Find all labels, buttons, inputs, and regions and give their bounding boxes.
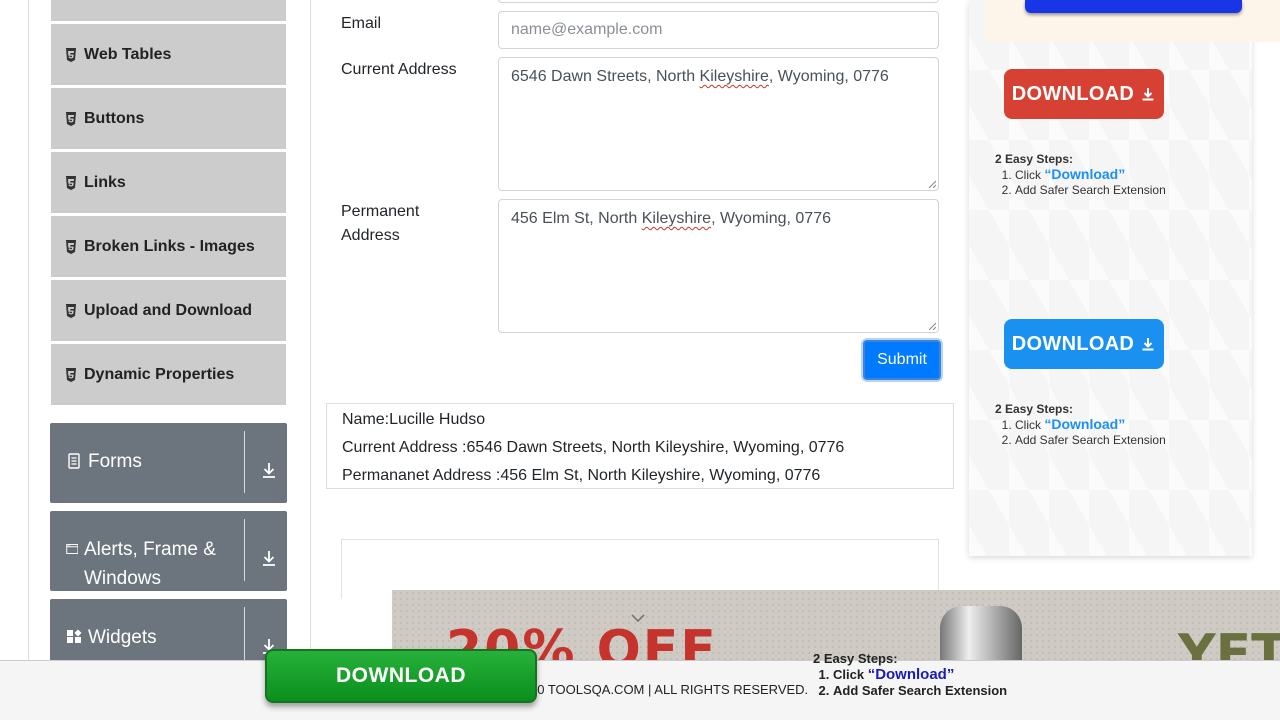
download-icon: [1142, 338, 1154, 351]
step-2: Add Safer Search Extension: [833, 683, 1007, 699]
step-1-link[interactable]: “Download”: [1044, 166, 1125, 182]
group-separator: [244, 431, 245, 493]
html5-icon: [66, 303, 76, 318]
permanent-address-label: Permanent Address: [341, 200, 419, 248]
sidebar-item-label: Buttons: [84, 109, 145, 127]
permanent-label-line1: Permanent: [341, 203, 420, 220]
steps-title: 2 Easy Steps:: [995, 402, 1074, 416]
step-1-link[interactable]: “Download”: [868, 666, 955, 683]
permanent-address-text-end: , Wyoming, 0776: [711, 210, 831, 227]
current-address-field[interactable]: 6546 Dawn Streets, North Kileyshire, Wyo…: [498, 57, 939, 191]
sidebar-item-label: Dynamic Properties: [84, 365, 235, 383]
steps-title: 2 Easy Steps:: [995, 152, 1074, 166]
previous-field-edge[interactable]: [498, 0, 939, 3]
ad-download-button-blue[interactable]: DOWNLOAD: [1004, 319, 1164, 369]
sidebar-item-label: Upload and Download: [84, 301, 252, 319]
output-permanent-address: Permananet Address :456 Elm St, North Ki…: [342, 467, 821, 484]
step-1: Click “Download”: [833, 667, 1007, 683]
sidebar-item-dynamic-properties[interactable]: Dynamic Properties: [51, 344, 286, 406]
sidebar-item-label: Broken Links - Images: [84, 237, 255, 255]
email-label: Email: [341, 15, 382, 32]
step-1: Click “Download”: [1015, 417, 1166, 433]
html5-icon: [66, 367, 76, 382]
ad-top-button[interactable]: [1025, 0, 1242, 13]
download-icon[interactable]: [260, 461, 278, 479]
current-address-text-end: , Wyoming, 0776: [768, 68, 889, 85]
footer-copyright: 20 TOOLSQA.COM | ALL RIGHTS RESERVED.: [530, 682, 809, 697]
submit-button[interactable]: Submit: [863, 340, 941, 380]
html5-icon: [66, 175, 76, 190]
footer-download-button[interactable]: DOWNLOAD: [265, 649, 537, 703]
email-placeholder: name@example.com: [511, 21, 663, 38]
download-icon: [1142, 88, 1154, 101]
output-name: Name:Lucille Hudso: [342, 411, 486, 428]
document-icon: [68, 453, 80, 469]
sidebar-item-broken-links[interactable]: Broken Links - Images: [51, 216, 286, 278]
sidebar-item-upload-download[interactable]: Upload and Download: [51, 280, 286, 342]
sidebar-group-alerts[interactable]: Alerts, Frame & Windows: [50, 511, 287, 591]
download-icon[interactable]: [260, 549, 278, 567]
spellcheck-word: Kileyshire: [699, 68, 769, 85]
download-label: DOWNLOAD: [1011, 332, 1135, 355]
current-address-label: Current Address: [341, 61, 457, 78]
group-label: Alerts, Frame & Windows: [83, 539, 216, 589]
resize-handle-icon[interactable]: [928, 180, 936, 188]
html5-icon: [66, 111, 76, 126]
steps-title: 2 Easy Steps:: [813, 651, 898, 666]
step-1: Click “Download”: [1015, 167, 1166, 183]
sidebar-item-web-tables[interactable]: Web Tables: [51, 24, 286, 86]
spellcheck-word: Kileyshire: [641, 210, 712, 227]
sidebar-group-forms[interactable]: Forms: [50, 423, 287, 503]
sidebar-group-widgets[interactable]: Widgets: [50, 599, 287, 669]
group-label: Forms: [88, 451, 142, 472]
step-1-text: Click: [833, 667, 868, 682]
step-1-text: Click: [1015, 168, 1045, 182]
html5-icon: [66, 239, 76, 254]
widgets-icon: [67, 629, 82, 643]
ad-brand-text: YET: [1178, 624, 1280, 660]
download-label: DOWNLOAD: [1011, 82, 1135, 105]
sidebar-item-links[interactable]: Links: [51, 152, 286, 214]
permanent-label-line2: Address: [341, 227, 400, 244]
bottom-ad-steps: 2 Easy Steps: Click “Download” Add Safer…: [813, 651, 1007, 699]
ad-steps: 2 Easy Steps: Click “Download” Add Safer…: [995, 152, 1166, 198]
sidebar-item-partial[interactable]: [51, 0, 286, 22]
step-1-text: Click: [1015, 418, 1045, 432]
step-2: Add Safer Search Extension: [1015, 183, 1166, 198]
ad-steps: 2 Easy Steps: Click “Download” Add Safer…: [995, 402, 1166, 448]
output-current-address: Current Address :6546 Dawn Streets, Nort…: [342, 439, 845, 456]
sidebar-item-label: Web Tables: [84, 45, 172, 63]
output-panel: Name:Lucille Hudso Current Address :6546…: [326, 403, 954, 489]
ad-download-button-red[interactable]: DOWNLOAD: [1004, 69, 1164, 119]
left-divider: [28, 0, 29, 660]
group-label: Widgets: [88, 627, 157, 648]
step-1-link[interactable]: “Download”: [1044, 416, 1125, 432]
group-separator: [244, 519, 245, 581]
sidebar-divider: [310, 0, 311, 660]
resize-handle-icon[interactable]: [928, 322, 936, 330]
current-address-text: 6546 Dawn Streets, North: [511, 68, 700, 85]
sidebar-item-label: Links: [84, 173, 126, 191]
permanent-address-text: 456 Elm St, North: [511, 210, 642, 227]
html5-icon: [66, 47, 76, 62]
email-field[interactable]: name@example.com: [498, 11, 939, 49]
step-2: Add Safer Search Extension: [1015, 433, 1166, 448]
sidebar-item-buttons[interactable]: Buttons: [51, 88, 286, 150]
window-icon: [66, 544, 78, 554]
permanent-address-field[interactable]: 456 Elm St, North Kileyshire, Wyoming, 0…: [498, 199, 939, 333]
